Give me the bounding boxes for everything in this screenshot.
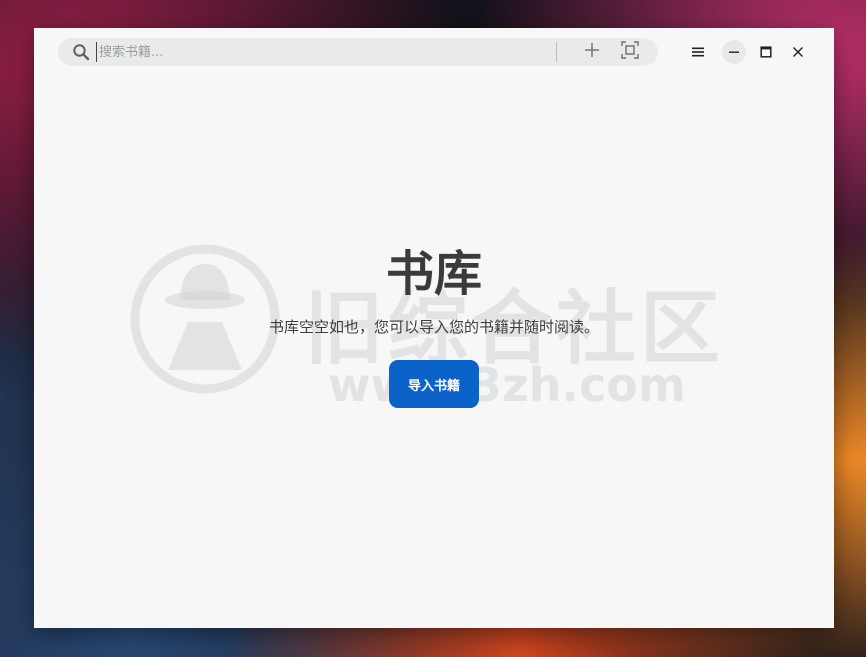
minimize-button[interactable] xyxy=(722,40,746,64)
search-bar xyxy=(58,38,658,66)
library-title: 书库 xyxy=(385,246,482,302)
header-bar xyxy=(34,28,834,76)
empty-library-message: 书库空空如也，您可以导入您的书籍并随时阅读。 xyxy=(268,318,599,336)
search-icon xyxy=(72,43,90,61)
scan-folder-button[interactable] xyxy=(618,41,642,63)
hamburger-menu-icon xyxy=(691,43,705,62)
app-window: 旧综合社区 www.3zh.com 书库 书库空空如也，您可以导入您的书籍并随时… xyxy=(34,28,834,628)
maximize-button[interactable] xyxy=(754,40,778,64)
add-book-button[interactable] xyxy=(580,41,604,63)
close-button[interactable] xyxy=(786,40,810,64)
main-menu-button[interactable] xyxy=(686,40,710,64)
import-books-button[interactable]: 导入书籍 xyxy=(389,360,479,408)
search-input[interactable] xyxy=(96,42,519,62)
minimize-icon xyxy=(728,43,740,62)
scan-icon xyxy=(620,40,640,64)
search-divider xyxy=(556,42,557,62)
library-empty-state: 书库 书库空空如也，您可以导入您的书籍并随时阅读。 导入书籍 xyxy=(34,76,834,628)
maximize-icon xyxy=(760,43,772,62)
plus-icon xyxy=(583,41,601,63)
close-icon xyxy=(792,43,804,62)
